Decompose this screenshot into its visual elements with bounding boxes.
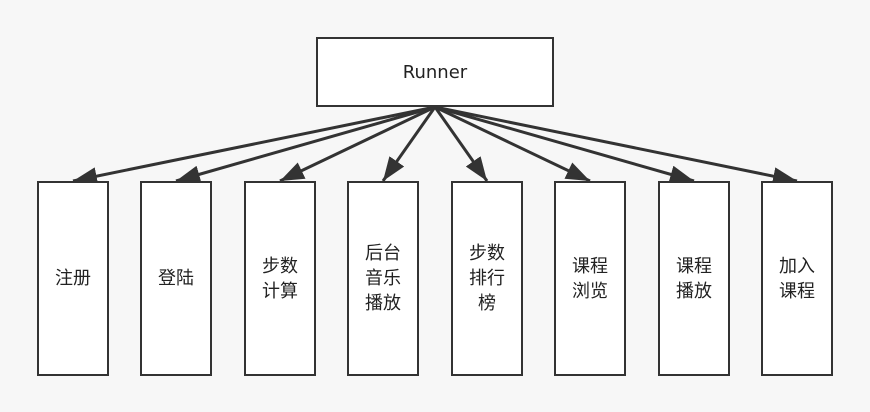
join-course-node: 加入 课程: [761, 181, 833, 376]
course-browse-node: 课程 浏览: [554, 181, 626, 376]
step-count-node: 步数 计算: [244, 181, 316, 376]
edge-runner-to-register: [72, 105, 436, 186]
login-label: 登陆: [158, 268, 194, 289]
step-ranking-label: 步数 排行 榜: [469, 243, 505, 314]
runner-node: Runner: [316, 37, 554, 107]
step-count-label: 步数 计算: [262, 255, 298, 302]
edge-runner-to-join-course: [434, 105, 798, 186]
course-play-label: 课程 播放: [676, 255, 712, 302]
register-label: 注册: [55, 268, 91, 289]
register-node: 注册: [37, 181, 109, 376]
login-node: 登陆: [140, 181, 212, 376]
course-play-node: 课程 播放: [658, 181, 730, 376]
step-ranking-node: 步数 排行 榜: [451, 181, 523, 376]
join-course-label: 加入 课程: [779, 255, 815, 302]
runner-label: Runner: [402, 61, 468, 83]
background-music-node: 后台 音乐 播放: [347, 181, 419, 376]
background-music-label: 后台 音乐 播放: [365, 243, 401, 314]
course-browse-label: 课程 浏览: [572, 255, 608, 302]
module-diagram: Runner 注册 登陆 步数 计算 后台 音乐 播放 步数 排行 榜 课程 浏…: [0, 0, 870, 412]
